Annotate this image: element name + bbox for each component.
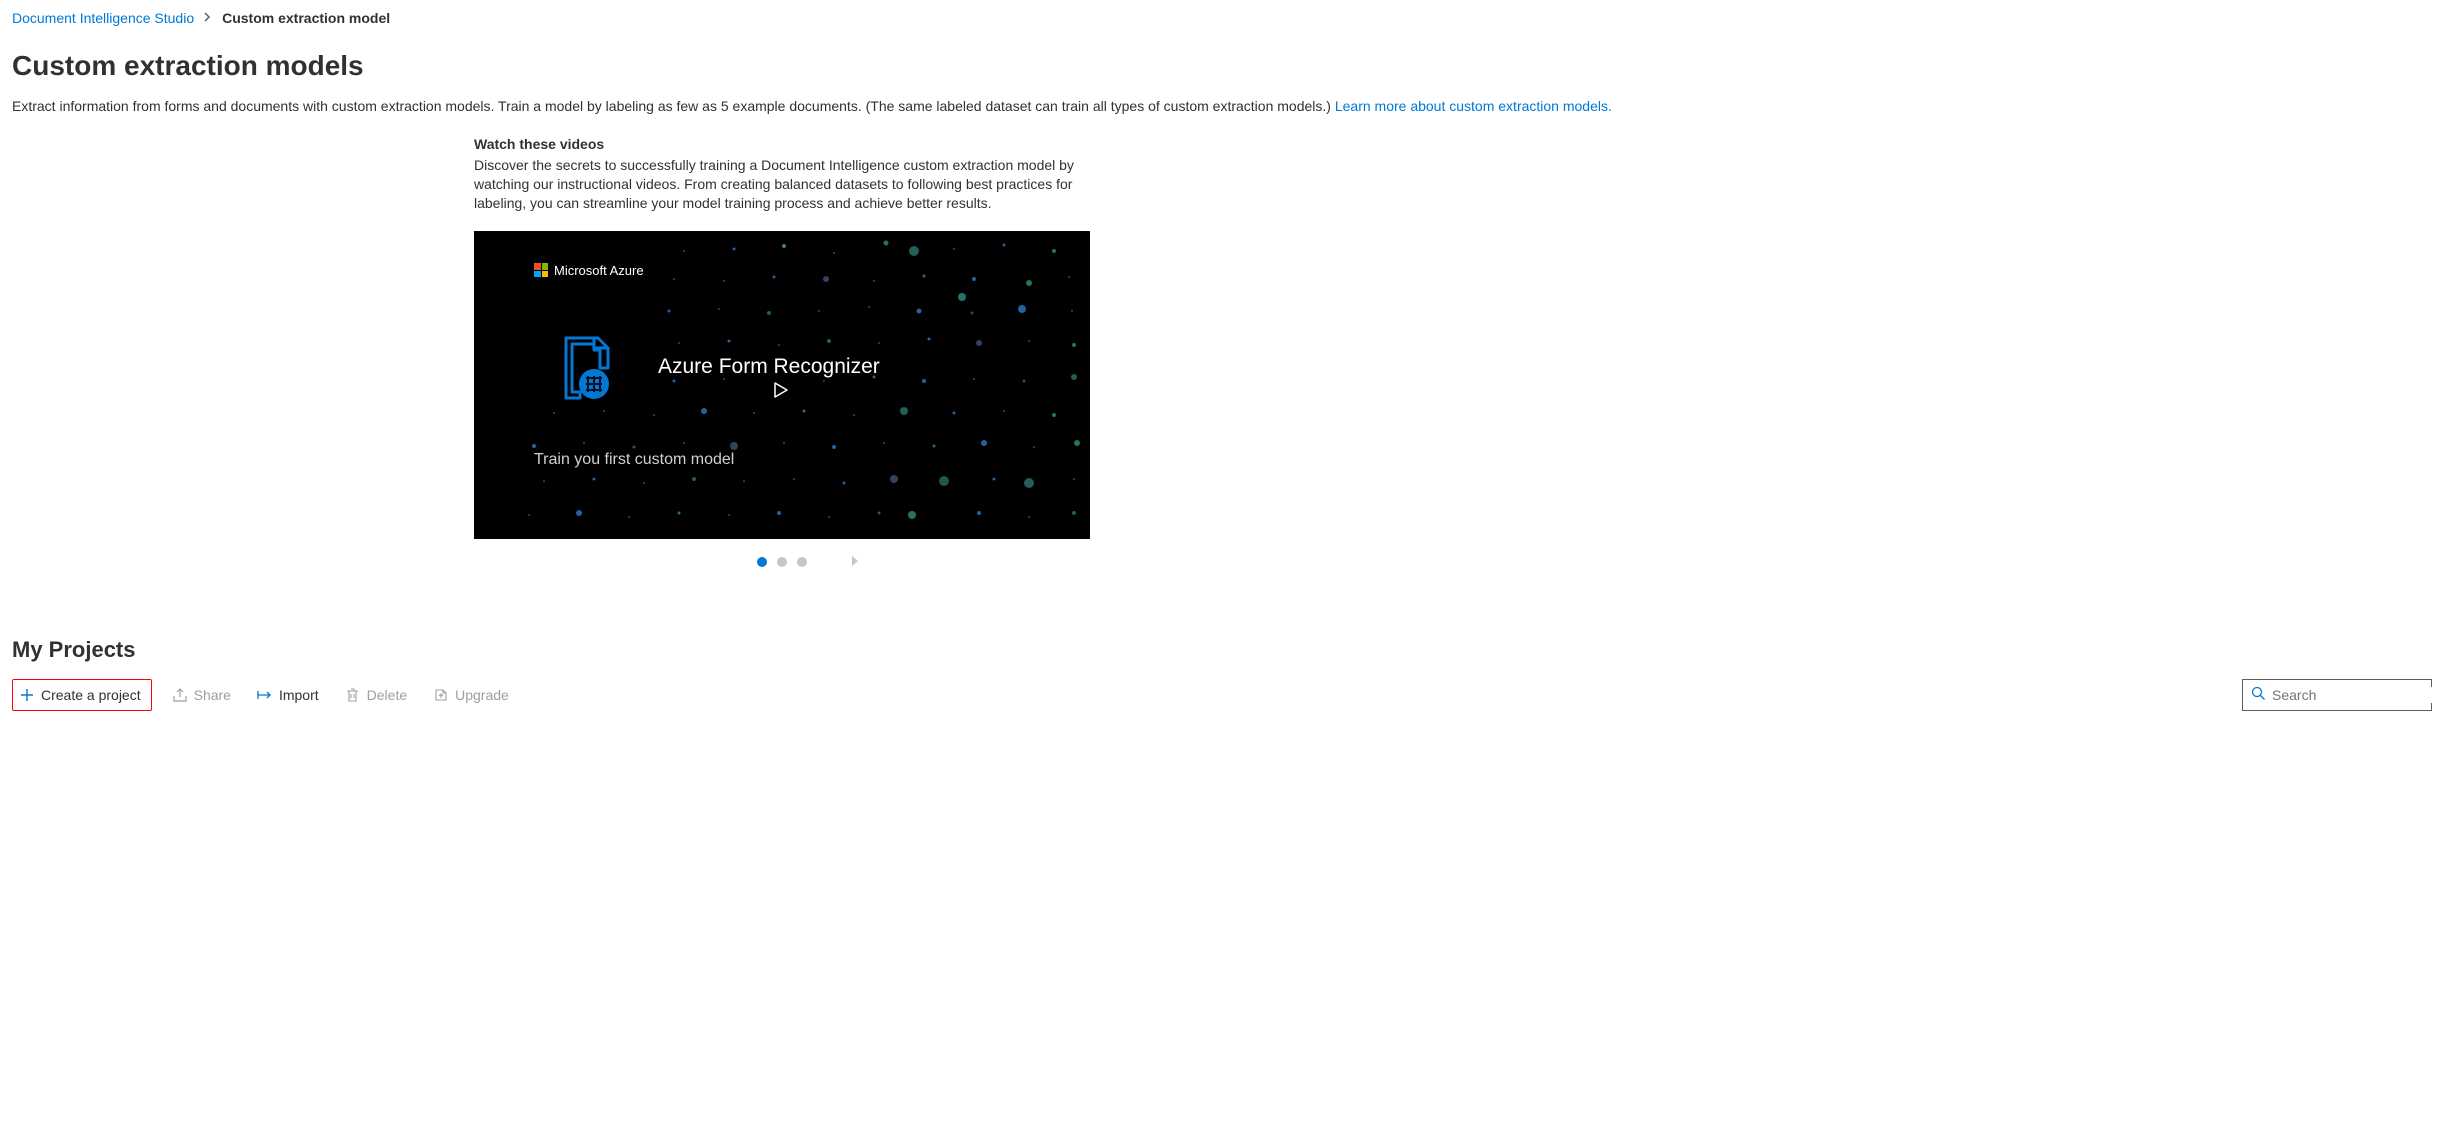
import-label: Import bbox=[279, 687, 319, 703]
trash-icon bbox=[345, 687, 361, 703]
upgrade-label: Upgrade bbox=[455, 687, 509, 703]
breadcrumb-current: Custom extraction model bbox=[222, 10, 390, 26]
upgrade-button[interactable]: Upgrade bbox=[427, 682, 515, 708]
microsoft-azure-brand: Microsoft Azure bbox=[534, 263, 644, 278]
share-button[interactable]: Share bbox=[166, 682, 237, 708]
intro-text: Extract information from forms and docum… bbox=[12, 98, 1335, 114]
share-icon bbox=[172, 687, 188, 703]
carousel-dot-2[interactable] bbox=[777, 557, 787, 567]
carousel-controls bbox=[474, 557, 1090, 567]
plus-icon bbox=[19, 687, 35, 703]
video-subtitle-text: Train you first custom model bbox=[534, 451, 734, 469]
chevron-right-icon bbox=[204, 11, 212, 25]
projects-section-title: My Projects bbox=[12, 637, 2432, 663]
import-icon bbox=[257, 687, 273, 703]
breadcrumb-root-link[interactable]: Document Intelligence Studio bbox=[12, 10, 194, 26]
breadcrumb: Document Intelligence Studio Custom extr… bbox=[12, 10, 2432, 26]
video-title-text: Azure Form Recognizer bbox=[658, 355, 880, 379]
brand-text: Microsoft Azure bbox=[554, 263, 644, 278]
document-icon bbox=[558, 336, 614, 400]
projects-toolbar: Create a project Share Import Delete bbox=[12, 679, 2432, 711]
import-button[interactable]: Import bbox=[251, 682, 325, 708]
create-project-label: Create a project bbox=[41, 687, 141, 703]
search-icon bbox=[2251, 686, 2266, 704]
page-intro: Extract information from forms and docum… bbox=[12, 98, 2432, 114]
page-title: Custom extraction models bbox=[12, 50, 2432, 82]
video-section-description: Discover the secrets to successfully tra… bbox=[474, 156, 1094, 213]
delete-button[interactable]: Delete bbox=[339, 682, 413, 708]
upgrade-icon bbox=[433, 687, 449, 703]
video-section: Watch these videos Discover the secrets … bbox=[474, 136, 1094, 567]
carousel-dot-3[interactable] bbox=[797, 557, 807, 567]
video-section-heading: Watch these videos bbox=[474, 136, 1094, 152]
carousel-next-icon[interactable] bbox=[850, 554, 860, 570]
share-label: Share bbox=[194, 687, 231, 703]
carousel-dot-1[interactable] bbox=[757, 557, 767, 567]
play-icon bbox=[772, 381, 790, 399]
delete-label: Delete bbox=[367, 687, 407, 703]
microsoft-logo-icon bbox=[534, 263, 548, 277]
search-input[interactable] bbox=[2272, 687, 2444, 703]
video-thumbnail[interactable]: Microsoft Azure Azure Form Recognizer Tr… bbox=[474, 231, 1090, 539]
learn-more-link[interactable]: Learn more about custom extraction model… bbox=[1335, 98, 1612, 114]
create-project-highlight: Create a project bbox=[12, 679, 152, 711]
search-box[interactable] bbox=[2242, 679, 2432, 711]
create-project-button[interactable]: Create a project bbox=[13, 682, 147, 708]
